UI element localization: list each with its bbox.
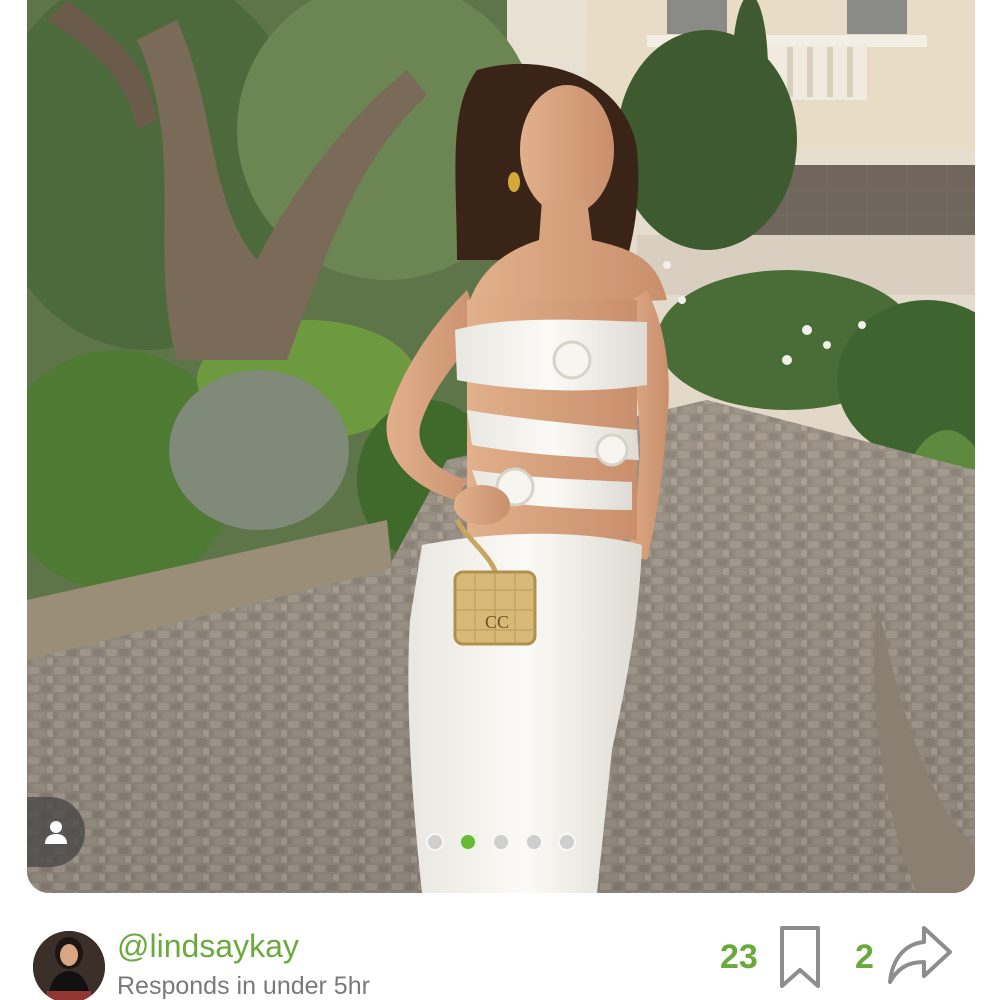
seller-response-time: Responds in under 5hr [117,972,370,1000]
share-arrow-icon-glyph [888,926,952,984]
share-count: 2 [855,938,874,976]
share-arrow-icon[interactable] [884,922,956,988]
listing-page: CC @lindsaykay Responds in under 5hr 23 [0,0,1000,1000]
carousel-dots [426,833,576,851]
carousel-dot-5[interactable] [558,833,576,851]
carousel-dot-3[interactable] [492,833,510,851]
listing-photo[interactable]: CC [27,0,975,893]
seller-avatar-image [33,931,105,1000]
listing-photo-image: CC [27,0,975,893]
carousel-dot-4[interactable] [525,833,543,851]
like-count: 23 [720,938,758,976]
seller-avatar[interactable] [33,931,105,1000]
carousel-dot-2[interactable] [459,833,477,851]
user-icon-glyph [45,821,67,844]
bag-logo: CC [485,612,509,632]
bookmark-icon[interactable] [776,924,824,990]
carousel-dot-1[interactable] [426,833,444,851]
seller-username[interactable]: @lindsaykay [117,928,299,965]
bookmark-icon-glyph [780,926,820,988]
